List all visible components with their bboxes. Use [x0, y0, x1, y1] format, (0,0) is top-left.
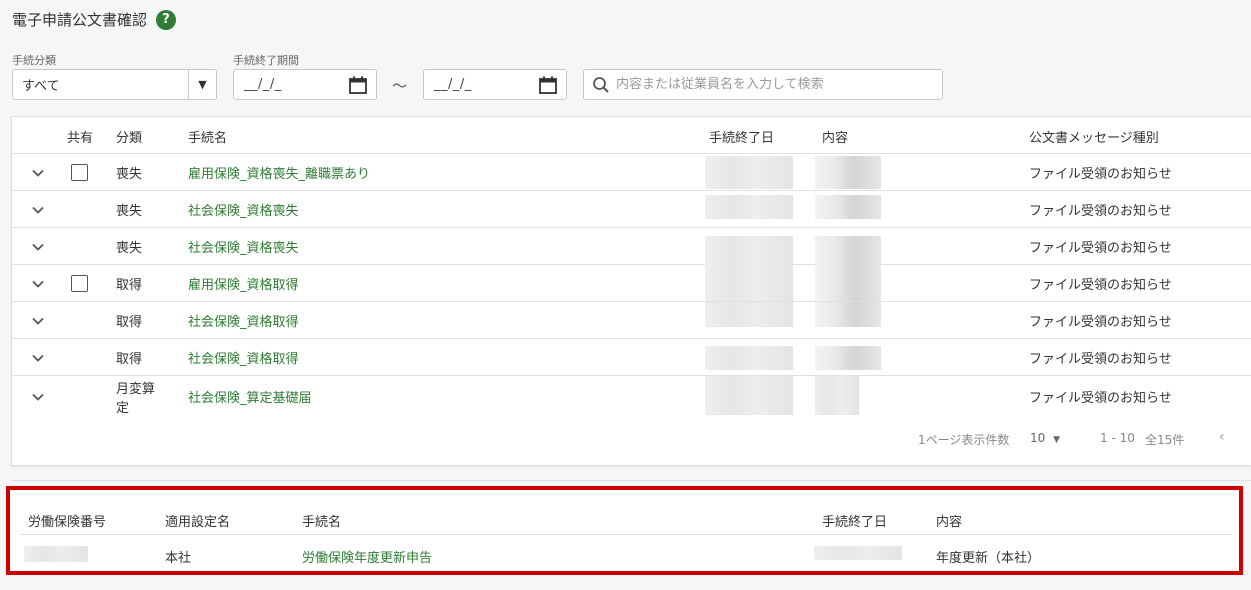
table-row[interactable]: 取得 社会保険_資格取得 ファイル受領のお知らせ [12, 302, 1251, 339]
chevron-down-icon[interactable] [31, 203, 45, 217]
per-page-value: 10 [1030, 431, 1046, 445]
caret-down-icon[interactable]: ▼ [1053, 435, 1060, 445]
prev-page-icon[interactable]: ‹ [1219, 429, 1225, 445]
redacted-end-date [705, 156, 793, 189]
labor-insurance-table: 労働保険番号 適用設定名 手続名 手続終了日 内容 本社 労働保険年度更新申告 … [6, 486, 1243, 575]
table-header: 共有 分類 手続名 手続終了日 内容 公文書メッセージ種別 [12, 117, 1251, 154]
column-header-category[interactable]: 分類 [116, 127, 142, 146]
redacted-content [815, 346, 881, 370]
chevron-down-icon[interactable] [31, 351, 45, 365]
row-procedure-link[interactable]: 社会保険_算定基礎届 [188, 387, 312, 406]
category-filter-label: 手続分類 [12, 54, 56, 67]
share-checkbox[interactable] [71, 275, 88, 292]
search-box[interactable] [583, 69, 943, 100]
share-checkbox[interactable] [71, 164, 88, 181]
page-title: 電子申請公文書確認 [12, 11, 148, 29]
date-to-placeholder: __/_/_ [434, 77, 472, 92]
row-category: 取得 [116, 315, 143, 330]
redacted-content [815, 195, 881, 219]
column-header-labor-number[interactable]: 労働保険番号 [28, 511, 106, 530]
pagination-range: 1 - 10 [1100, 431, 1135, 445]
row-procedure-link[interactable]: 雇用保険_資格取得 [188, 274, 299, 293]
table-row[interactable]: 月変算 定 社会保険_算定基礎届 ファイル受領のお知らせ [12, 376, 1251, 416]
table-row[interactable]: 喪失 雇用保険_資格喪失_離職票あり ファイル受領のお知らせ [12, 154, 1251, 191]
redacted-content [815, 156, 881, 189]
chevron-down-icon[interactable] [31, 240, 45, 254]
row-procedure-link[interactable]: 社会保険_資格喪失 [188, 200, 299, 219]
date-to-input[interactable]: __/_/_ [423, 69, 567, 100]
column-header-message-type[interactable]: 公文書メッセージ種別 [1029, 127, 1159, 146]
column-header-content[interactable]: 内容 [822, 127, 848, 146]
row-procedure-link[interactable]: 雇用保険_資格喪失_離職票あり [188, 163, 370, 182]
per-page-select[interactable]: 10 ▼ [1030, 431, 1060, 445]
redacted-end-date [705, 346, 793, 370]
row-procedure-link[interactable]: 社会保険_資格取得 [188, 311, 299, 330]
table-row[interactable]: 喪失 社会保険_資格喪失 ファイル受領のお知らせ [12, 228, 1251, 265]
row-message-type: ファイル受領のお知らせ [1029, 204, 1172, 219]
redacted-end-date [705, 376, 793, 415]
column-header-end-date[interactable]: 手続終了日 [709, 127, 774, 146]
chevron-down-icon[interactable] [31, 390, 45, 404]
chevron-down-icon[interactable] [31, 277, 45, 291]
row-category: 喪失 [116, 204, 143, 219]
date-from-placeholder: __/_/_ [244, 77, 282, 92]
calendar-icon[interactable] [348, 75, 368, 95]
row-procedure-link[interactable]: 社会保険_資格喪失 [188, 237, 299, 256]
category-select[interactable]: すべて ▼ [12, 69, 217, 100]
period-filter-label: 手続終了期間 [233, 54, 299, 67]
column-header-setting-name[interactable]: 適用設定名 [165, 511, 230, 530]
header-divider [20, 534, 1233, 535]
row-category: 喪失 [116, 167, 143, 182]
date-from-input[interactable]: __/_/_ [233, 69, 377, 100]
range-separator: 〜 [392, 77, 408, 95]
row-message-type: ファイル受領のお知らせ [1029, 315, 1172, 330]
row-message-type: ファイル受領のお知らせ [1029, 352, 1172, 367]
redacted-content [815, 236, 881, 265]
calendar-icon[interactable] [538, 75, 558, 95]
search-icon [593, 76, 609, 93]
dropdown-arrow-icon[interactable]: ▼ [188, 70, 216, 99]
help-icon[interactable]: ? [156, 9, 177, 30]
redacted-end-date [705, 236, 793, 265]
row-procedure-link[interactable]: 社会保険_資格取得 [188, 348, 299, 367]
row-category: 取得 [116, 278, 143, 293]
column-header-end-date[interactable]: 手続終了日 [822, 511, 887, 530]
column-header-shared[interactable]: 共有 [67, 127, 93, 146]
chevron-down-icon[interactable] [31, 314, 45, 328]
row-category: 喪失 [116, 241, 143, 256]
column-header-content[interactable]: 内容 [936, 511, 962, 530]
table-row[interactable]: 取得 社会保険_資格取得 ファイル受領のお知らせ [12, 339, 1251, 376]
row-setting-name: 本社 [165, 551, 192, 566]
row-procedure-link[interactable]: 労働保険年度更新申告 [302, 547, 432, 566]
row-message-type: ファイル受領のお知らせ [1029, 167, 1172, 182]
row-content: 年度更新（本社） [936, 551, 1041, 566]
row-category: 取得 [116, 352, 143, 367]
column-header-procedure[interactable]: 手続名 [302, 511, 341, 530]
redacted-end-date [705, 265, 793, 301]
per-page-label: 1ページ表示件数 [918, 433, 1010, 447]
page-title-area: 電子申請公文書確認 ? [12, 9, 177, 30]
category-select-value: すべて [22, 79, 60, 94]
pagination-total: 全15件 [1145, 433, 1185, 447]
table-row[interactable]: 喪失 社会保険_資格喪失 ファイル受領のお知らせ [12, 191, 1251, 228]
redacted-end-date [814, 546, 902, 560]
redacted-content [815, 376, 859, 415]
procedure-table: 共有 分類 手続名 手続終了日 内容 公文書メッセージ種別 喪失 雇用保険_資格… [11, 116, 1251, 466]
row-message-type: ファイル受領のお知らせ [1029, 391, 1172, 406]
row-category-cont: 定 [116, 401, 130, 416]
table-row[interactable]: 取得 雇用保険_資格取得 ファイル受領のお知らせ [12, 265, 1251, 302]
redacted-end-date [705, 302, 793, 327]
section-divider [11, 480, 1251, 481]
chevron-down-icon[interactable] [31, 166, 45, 180]
search-input[interactable] [616, 77, 936, 92]
column-header-procedure[interactable]: 手続名 [188, 127, 227, 146]
row-message-type: ファイル受領のお知らせ [1029, 278, 1172, 293]
row-category: 月変算 [116, 382, 156, 397]
redacted-end-date [705, 195, 793, 219]
redacted-content [815, 302, 881, 327]
redacted-content [815, 265, 881, 301]
row-message-type: ファイル受領のお知らせ [1029, 241, 1172, 256]
redacted-labor-number [24, 546, 88, 562]
